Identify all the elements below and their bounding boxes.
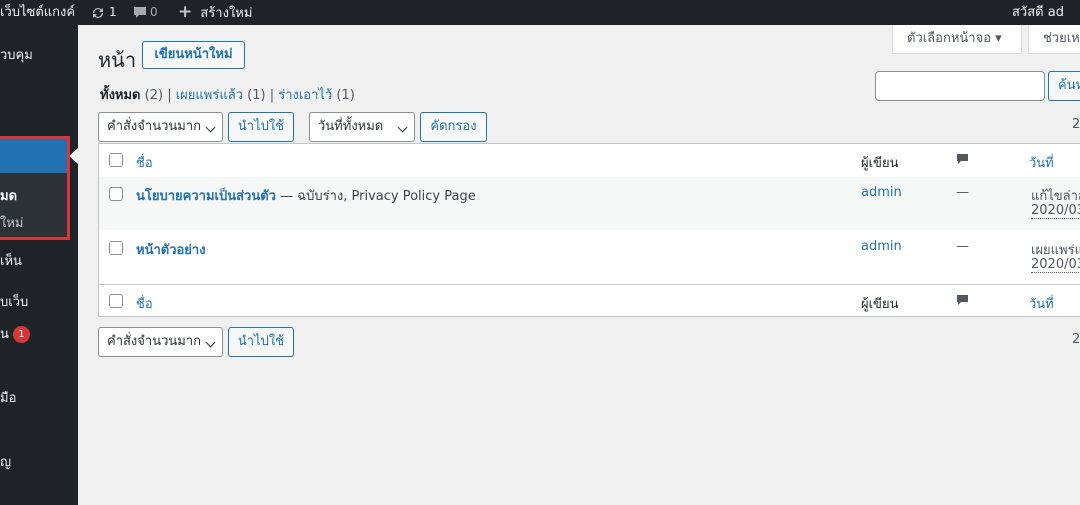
add-new-page-button[interactable]: เขียนหน้าใหม่ — [142, 41, 245, 69]
filter-all-count: (2) — [144, 88, 164, 103]
refresh-icon — [93, 7, 103, 18]
new-content-link[interactable]: + สร้างใหม่ — [178, 0, 252, 25]
filter-drafts-link[interactable]: ร่างเอาไว้ — [278, 88, 332, 103]
apply-bulk-button-top[interactable]: นำไปใช้ — [228, 112, 294, 142]
items-count-bottom: 2 — [1072, 332, 1080, 347]
row-date: 2020/03/ — [1031, 257, 1080, 273]
plus-icon: + — [178, 2, 193, 22]
column-author: ผู้เขียน — [861, 156, 899, 171]
table-row: หน้าตัวอย่าง admin — เผยแพร่แล้ว 2020/03… — [99, 230, 1080, 284]
table-row: นโยบายความเป็นส่วนตัว — ฉบับร่าง, Privac… — [99, 177, 1080, 230]
site-name-link[interactable]: เว็บไซต์แกงค์ — [0, 0, 75, 25]
row-comments: — — [956, 239, 969, 254]
filter-published-link[interactable]: เผยแพร่แล้ว — [176, 88, 243, 103]
chevron-down-icon — [205, 122, 216, 133]
comment-bubble-icon[interactable] — [956, 153, 969, 166]
filter-drafts-count: (1) — [336, 88, 355, 103]
date-filter-select[interactable]: วันที่ทั้งหมด — [309, 112, 415, 142]
items-count-top: 2 — [1072, 117, 1080, 132]
menu-plugins-label: น — [0, 327, 9, 342]
row-title-link[interactable]: หน้าตัวอย่าง — [136, 243, 206, 258]
menu-plugins[interactable]: น1 — [0, 323, 30, 344]
filter-published-count: (1) — [247, 88, 266, 103]
comment-bubble-icon — [134, 6, 146, 18]
search-pages-button[interactable]: ค้นหา — [1048, 71, 1080, 101]
search-pages-input[interactable] — [875, 71, 1045, 101]
row-author-link[interactable]: admin — [861, 185, 902, 200]
pages-table: ชื่อ ผู้เขียน วันที่ นโยบายความเป็นส่วนต… — [98, 143, 1080, 317]
row-title-cell: นโยบายความเป็นส่วนตัว — ฉบับร่าง, Privac… — [136, 185, 476, 206]
filter-button[interactable]: คัดกรอง — [420, 112, 487, 142]
row-post-state: — ฉบับร่าง, Privacy Policy Page — [280, 189, 476, 204]
row-title-cell: หน้าตัวอย่าง — [136, 239, 206, 260]
row-comments: — — [956, 185, 969, 200]
new-content-label: สร้างใหม่ — [200, 6, 253, 21]
row-date: 2020/03/ — [1031, 203, 1080, 219]
apply-bulk-button-bottom[interactable]: นำไปใช้ — [228, 327, 294, 357]
column-date-sort[interactable]: วันที่ — [1029, 152, 1054, 173]
bulk-actions-select-bottom[interactable]: คำสั่งจำนวนมาก — [98, 327, 223, 357]
bulk-actions-value: คำสั่งจำนวนมาก — [107, 334, 202, 349]
admin-sidebar: วบคุม มด ใหม่ เห็น บเว็บ น1 มือ ญ — [0, 25, 78, 505]
column-title-sort[interactable]: ชื่อ — [136, 152, 153, 173]
comment-bubble-icon[interactable] — [956, 294, 969, 307]
menu-appearance[interactable]: บเว็บ — [0, 291, 28, 312]
status-filter-links: ทั้งหมด (2) | เผยแพร่แล้ว (1) | ร่างเอาไ… — [100, 84, 355, 105]
updates-count: 1 — [109, 5, 117, 19]
table-footer-row: ชื่อ ผู้เขียน วันที่ — [99, 284, 1080, 318]
filter-separator: | — [167, 88, 172, 103]
table-header-row: ชื่อ ผู้เขียน วันที่ — [99, 144, 1080, 178]
updates-link[interactable]: 1 — [90, 0, 117, 25]
comments-link[interactable]: 0 — [133, 0, 158, 25]
help-button[interactable]: ช่วยเหลือ — [1028, 25, 1080, 54]
menu-settings[interactable]: ญ — [0, 451, 11, 472]
chevron-down-icon — [397, 122, 408, 133]
plugins-update-badge: 1 — [12, 326, 30, 343]
admin-bar: เว็บไซต์แกงค์ 1 0 + สร้างใหม่ สวัสดี ad — [0, 0, 1080, 25]
row-checkbox[interactable] — [109, 187, 123, 201]
user-greeting[interactable]: สวัสดี ad — [1012, 0, 1064, 25]
column-title-sort-footer[interactable]: ชื่อ — [136, 293, 153, 314]
comments-count: 0 — [150, 5, 158, 19]
screen-options-button[interactable]: ตัวเลือกหน้าจอ ▾ — [892, 25, 1022, 54]
bulk-actions-select-top[interactable]: คำสั่งจำนวนมาก — [98, 112, 223, 142]
menu-dashboard[interactable]: วบคุม — [0, 44, 33, 65]
active-menu-arrow — [69, 148, 78, 164]
menu-tools[interactable]: มือ — [0, 387, 16, 408]
highlight-annotation — [0, 136, 70, 240]
select-all-checkbox[interactable] — [109, 153, 123, 167]
filter-all-link[interactable]: ทั้งหมด — [100, 88, 141, 103]
column-date-sort-footer[interactable]: วันที่ — [1029, 293, 1054, 314]
row-checkbox[interactable] — [109, 241, 123, 255]
select-all-checkbox-footer[interactable] — [109, 294, 123, 308]
chevron-down-icon — [205, 337, 216, 348]
bulk-actions-value: คำสั่งจำนวนมาก — [107, 119, 202, 134]
date-filter-value: วันที่ทั้งหมด — [318, 119, 384, 134]
row-title-link[interactable]: นโยบายความเป็นส่วนตัว — [136, 189, 276, 204]
row-author-link[interactable]: admin — [861, 239, 902, 254]
page-title: หน้า — [98, 48, 137, 72]
column-author-footer: ผู้เขียน — [861, 297, 899, 312]
menu-comments[interactable]: เห็น — [0, 250, 22, 271]
filter-separator: | — [269, 88, 275, 103]
